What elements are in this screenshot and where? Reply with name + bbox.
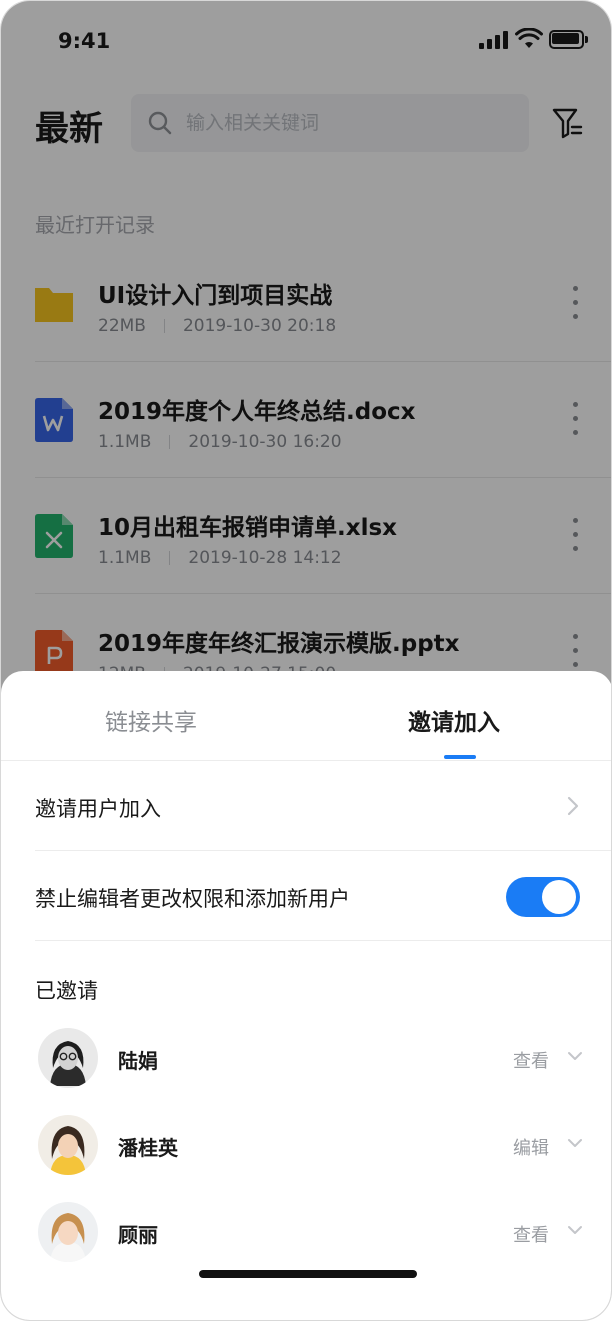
restrict-editors-row: 禁止编辑者更改权限和添加新用户: [35, 851, 611, 941]
chevron-down-icon[interactable]: [567, 1137, 583, 1149]
invited-user-row: 陆娟 查看: [1, 1028, 611, 1116]
share-bottom-sheet: 链接共享 邀请加入 邀请用户加入 禁止编辑者更改权限和添加新用户 已邀请 陆娟 …: [1, 671, 611, 1320]
phone-screen: 9:41 最新 最近打开记录 UI设: [0, 0, 612, 1321]
avatar: [38, 1028, 98, 1088]
sheet-tabs: 链接共享 邀请加入: [1, 671, 611, 761]
invited-user-row: 潘桂英 编辑: [1, 1115, 611, 1203]
tab-invite-join[interactable]: 邀请加入: [408, 703, 500, 737]
invite-user-row[interactable]: 邀请用户加入: [35, 761, 611, 851]
home-indicator[interactable]: [199, 1270, 417, 1278]
avatar: [38, 1115, 98, 1175]
tab-link-share[interactable]: 链接共享: [105, 703, 197, 737]
chevron-down-icon[interactable]: [567, 1050, 583, 1062]
permission-dropdown[interactable]: 编辑: [513, 1134, 549, 1160]
permission-dropdown[interactable]: 查看: [513, 1047, 549, 1073]
chevron-down-icon[interactable]: [567, 1224, 583, 1236]
restrict-editors-toggle[interactable]: [506, 877, 580, 917]
chevron-right-icon: [567, 796, 579, 816]
permission-dropdown[interactable]: 查看: [513, 1221, 549, 1247]
toggle-knob: [542, 880, 576, 914]
restrict-editors-label: 禁止编辑者更改权限和添加新用户: [35, 887, 350, 911]
avatar: [38, 1202, 98, 1262]
invite-user-label: 邀请用户加入: [35, 797, 161, 821]
user-name: 顾丽: [118, 1223, 158, 1247]
invited-section-title: 已邀请: [35, 979, 98, 1003]
active-tab-indicator: [444, 755, 476, 759]
row-divider: [35, 940, 611, 941]
user-name: 陆娟: [118, 1049, 158, 1073]
user-name: 潘桂英: [118, 1136, 178, 1160]
